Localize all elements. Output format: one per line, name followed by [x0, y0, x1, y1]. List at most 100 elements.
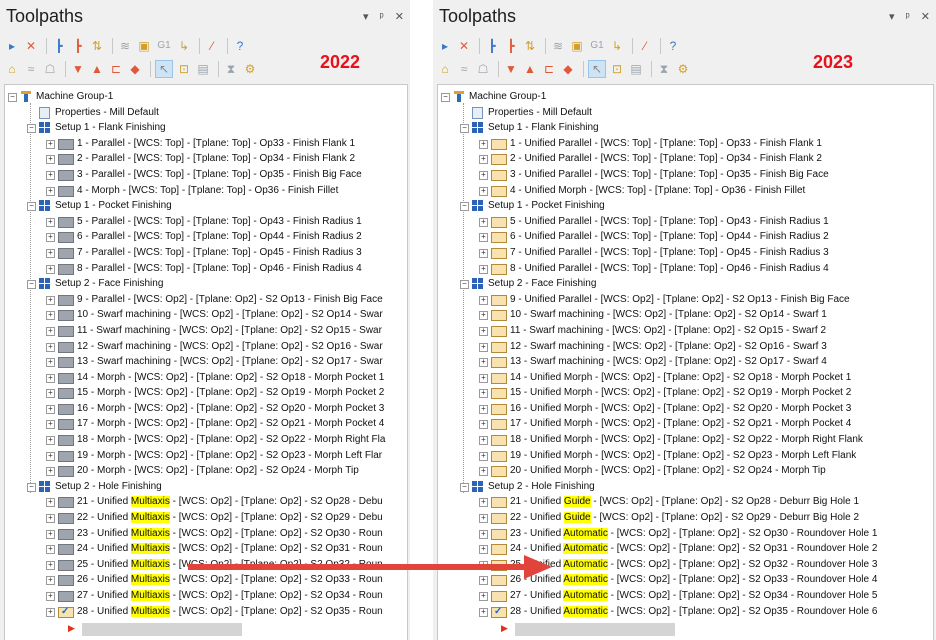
display-only-icon[interactable]: ⊡: [176, 61, 192, 77]
tree-operation[interactable]: +1 - Parallel - [WCS: Top] - [Tplane: To…: [5, 136, 407, 152]
toolpath-editor-icon[interactable]: ↳: [609, 38, 625, 54]
tree-operation[interactable]: +15 - Morph - [WCS: Op2] - [Tplane: Op2]…: [5, 385, 407, 401]
collapse-icon[interactable]: −: [27, 280, 36, 290]
expand-icon[interactable]: +: [479, 560, 488, 570]
expand-icon[interactable]: +: [479, 358, 488, 368]
settings-icon[interactable]: ⚙: [675, 61, 691, 77]
tree-operation[interactable]: +11 - Swarf machining - [WCS: Op2] - [Tp…: [5, 323, 407, 339]
expand-icon[interactable]: +: [479, 404, 488, 414]
expand-icon[interactable]: +: [479, 248, 488, 258]
expand-icon[interactable]: +: [46, 436, 55, 446]
hourglass-icon[interactable]: ⧗: [223, 61, 239, 77]
tree-operation[interactable]: +21 - Unified Multiaxis - [WCS: Op2] - […: [5, 494, 407, 510]
tree-operation[interactable]: +28 - Unified Multiaxis - [WCS: Op2] - […: [5, 604, 407, 619]
expand-icon[interactable]: +: [46, 170, 55, 180]
tree-operation[interactable]: +10 - Swarf machining - [WCS: Op2] - [Tp…: [5, 307, 407, 323]
expand-icon[interactable]: +: [46, 420, 55, 430]
expand-icon[interactable]: +: [479, 529, 488, 539]
tree-operation[interactable]: +16 - Unified Morph - [WCS: Op2] - [Tpla…: [438, 401, 933, 417]
expand-icon[interactable]: +: [46, 326, 55, 336]
tree-operation[interactable]: +3 - Unified Parallel - [WCS: Top] - [Tp…: [438, 167, 933, 183]
settings-icon[interactable]: ⚙: [242, 61, 258, 77]
tree-machine-group[interactable]: − Machine Group-1: [438, 89, 933, 105]
tree-operation[interactable]: +5 - Parallel - [WCS: Top] - [Tplane: To…: [5, 214, 407, 230]
tree-operation[interactable]: +19 - Morph - [WCS: Op2] - [Tplane: Op2]…: [5, 448, 407, 464]
help-icon[interactable]: ?: [232, 38, 248, 54]
tree-operation[interactable]: +25 - Unified Multiaxis - [WCS: Op2] - […: [5, 557, 407, 573]
tree-operation[interactable]: +27 - Unified Automatic - [WCS: Op2] - […: [438, 588, 933, 604]
expand-icon[interactable]: +: [479, 139, 488, 149]
expand-icon[interactable]: +: [479, 576, 488, 586]
panel-menu-icon[interactable]: ▾: [363, 11, 369, 23]
pin-icon[interactable]: ᵖ: [906, 11, 910, 23]
tree-operation[interactable]: +17 - Unified Morph - [WCS: Op2] - [Tpla…: [438, 416, 933, 432]
tree-operation[interactable]: +23 - Unified Multiaxis - [WCS: Op2] - […: [5, 526, 407, 542]
tree-operation[interactable]: +18 - Morph - [WCS: Op2] - [Tplane: Op2]…: [5, 432, 407, 448]
tree-setup-group[interactable]: − Setup 1 - Pocket Finishing: [438, 198, 933, 214]
expand-icon[interactable]: +: [46, 311, 55, 321]
collapse-icon[interactable]: −: [441, 93, 450, 102]
tree-operation[interactable]: +2 - Parallel - [WCS: Top] - [Tplane: To…: [5, 151, 407, 167]
collapse-icon[interactable]: −: [27, 202, 36, 212]
tree-operation[interactable]: +22 - Unified Guide - [WCS: Op2] - [Tpla…: [438, 510, 933, 526]
expand-icon[interactable]: +: [479, 451, 488, 461]
expand-icon[interactable]: +: [479, 514, 488, 524]
tree-operation[interactable]: +17 - Morph - [WCS: Op2] - [Tplane: Op2]…: [5, 416, 407, 432]
tree-operation[interactable]: +9 - Parallel - [WCS: Op2] - [Tplane: Op…: [5, 292, 407, 308]
verify-icon[interactable]: ▣: [136, 38, 152, 54]
tree-operation[interactable]: +1 - Unified Parallel - [WCS: Top] - [Tp…: [438, 136, 933, 152]
tree-operation[interactable]: +14 - Unified Morph - [WCS: Op2] - [Tpla…: [438, 370, 933, 386]
help-icon[interactable]: ?: [665, 38, 681, 54]
expand-icon[interactable]: +: [46, 404, 55, 414]
tree-setup-group[interactable]: − Setup 2 - Face Finishing: [438, 276, 933, 292]
tree-operation[interactable]: +5 - Unified Parallel - [WCS: Top] - [Tp…: [438, 214, 933, 230]
tree-operation[interactable]: +13 - Swarf machining - [WCS: Op2] - [Tp…: [5, 354, 407, 370]
tree-operation[interactable]: +10 - Swarf machining - [WCS: Op2] - [Tp…: [438, 307, 933, 323]
move-up-icon[interactable]: ▲: [89, 61, 105, 77]
collapse-icon[interactable]: −: [460, 280, 469, 290]
expand-icon[interactable]: +: [46, 155, 55, 165]
deselect-dirty-icon[interactable]: ┣: [503, 38, 519, 54]
tree-setup-group[interactable]: − Setup 2 - Face Finishing: [5, 276, 407, 292]
scroll-icon[interactable]: ◆: [560, 61, 576, 77]
tree-operation[interactable]: +11 - Swarf machining - [WCS: Op2] - [Tp…: [438, 323, 933, 339]
horizontal-scrollbar[interactable]: [515, 623, 675, 636]
pin-icon[interactable]: ᵖ: [380, 11, 384, 23]
expand-icon[interactable]: +: [46, 514, 55, 524]
tree-setup-group[interactable]: − Setup 1 - Flank Finishing: [5, 120, 407, 136]
ghost-icon[interactable]: ☖: [475, 61, 491, 77]
deselect-all-icon[interactable]: ✕: [456, 38, 472, 54]
backplot-icon[interactable]: ≋: [117, 38, 133, 54]
tree-operation[interactable]: +26 - Unified Automatic - [WCS: Op2] - […: [438, 572, 933, 588]
expand-icon[interactable]: +: [479, 373, 488, 383]
expand-icon[interactable]: +: [479, 311, 488, 321]
tree-operation[interactable]: +16 - Morph - [WCS: Op2] - [Tplane: Op2]…: [5, 401, 407, 417]
tree-operation[interactable]: +15 - Unified Morph - [WCS: Op2] - [Tpla…: [438, 385, 933, 401]
expand-icon[interactable]: +: [46, 592, 55, 601]
tree-operation[interactable]: +12 - Swarf machining - [WCS: Op2] - [Tp…: [5, 339, 407, 355]
toggle-display-icon[interactable]: ≈: [23, 61, 39, 77]
tree-properties[interactable]: Properties - Mill Default: [438, 105, 933, 121]
view-options-icon[interactable]: ▤: [195, 61, 211, 77]
expand-icon[interactable]: +: [479, 467, 488, 477]
select-mode-icon[interactable]: ↖: [155, 60, 173, 78]
expand-icon[interactable]: +: [479, 436, 488, 446]
tree-setup-group[interactable]: − Setup 1 - Flank Finishing: [438, 120, 933, 136]
expand-icon[interactable]: +: [46, 217, 55, 227]
collapse-icon[interactable]: −: [27, 482, 36, 492]
tree-operation[interactable]: +22 - Unified Multiaxis - [WCS: Op2] - […: [5, 510, 407, 526]
tree-operation[interactable]: +8 - Unified Parallel - [WCS: Top] - [Tp…: [438, 261, 933, 277]
expand-icon[interactable]: +: [46, 373, 55, 383]
collapse-icon[interactable]: −: [27, 124, 36, 134]
move-up-icon[interactable]: ▲: [522, 61, 538, 77]
expand-icon[interactable]: +: [46, 233, 55, 243]
regenerate-icon[interactable]: ⇅: [522, 38, 538, 54]
expand-icon[interactable]: +: [46, 389, 55, 399]
expand-icon[interactable]: +: [479, 592, 488, 601]
collapse-icon[interactable]: −: [460, 202, 469, 212]
expand-icon[interactable]: +: [479, 607, 488, 617]
move-down-icon[interactable]: ▼: [503, 61, 519, 77]
scroll-icon[interactable]: ◆: [127, 61, 143, 77]
tree-setup-group[interactable]: − Setup 1 - Pocket Finishing: [5, 198, 407, 214]
expand-icon[interactable]: +: [479, 264, 488, 274]
